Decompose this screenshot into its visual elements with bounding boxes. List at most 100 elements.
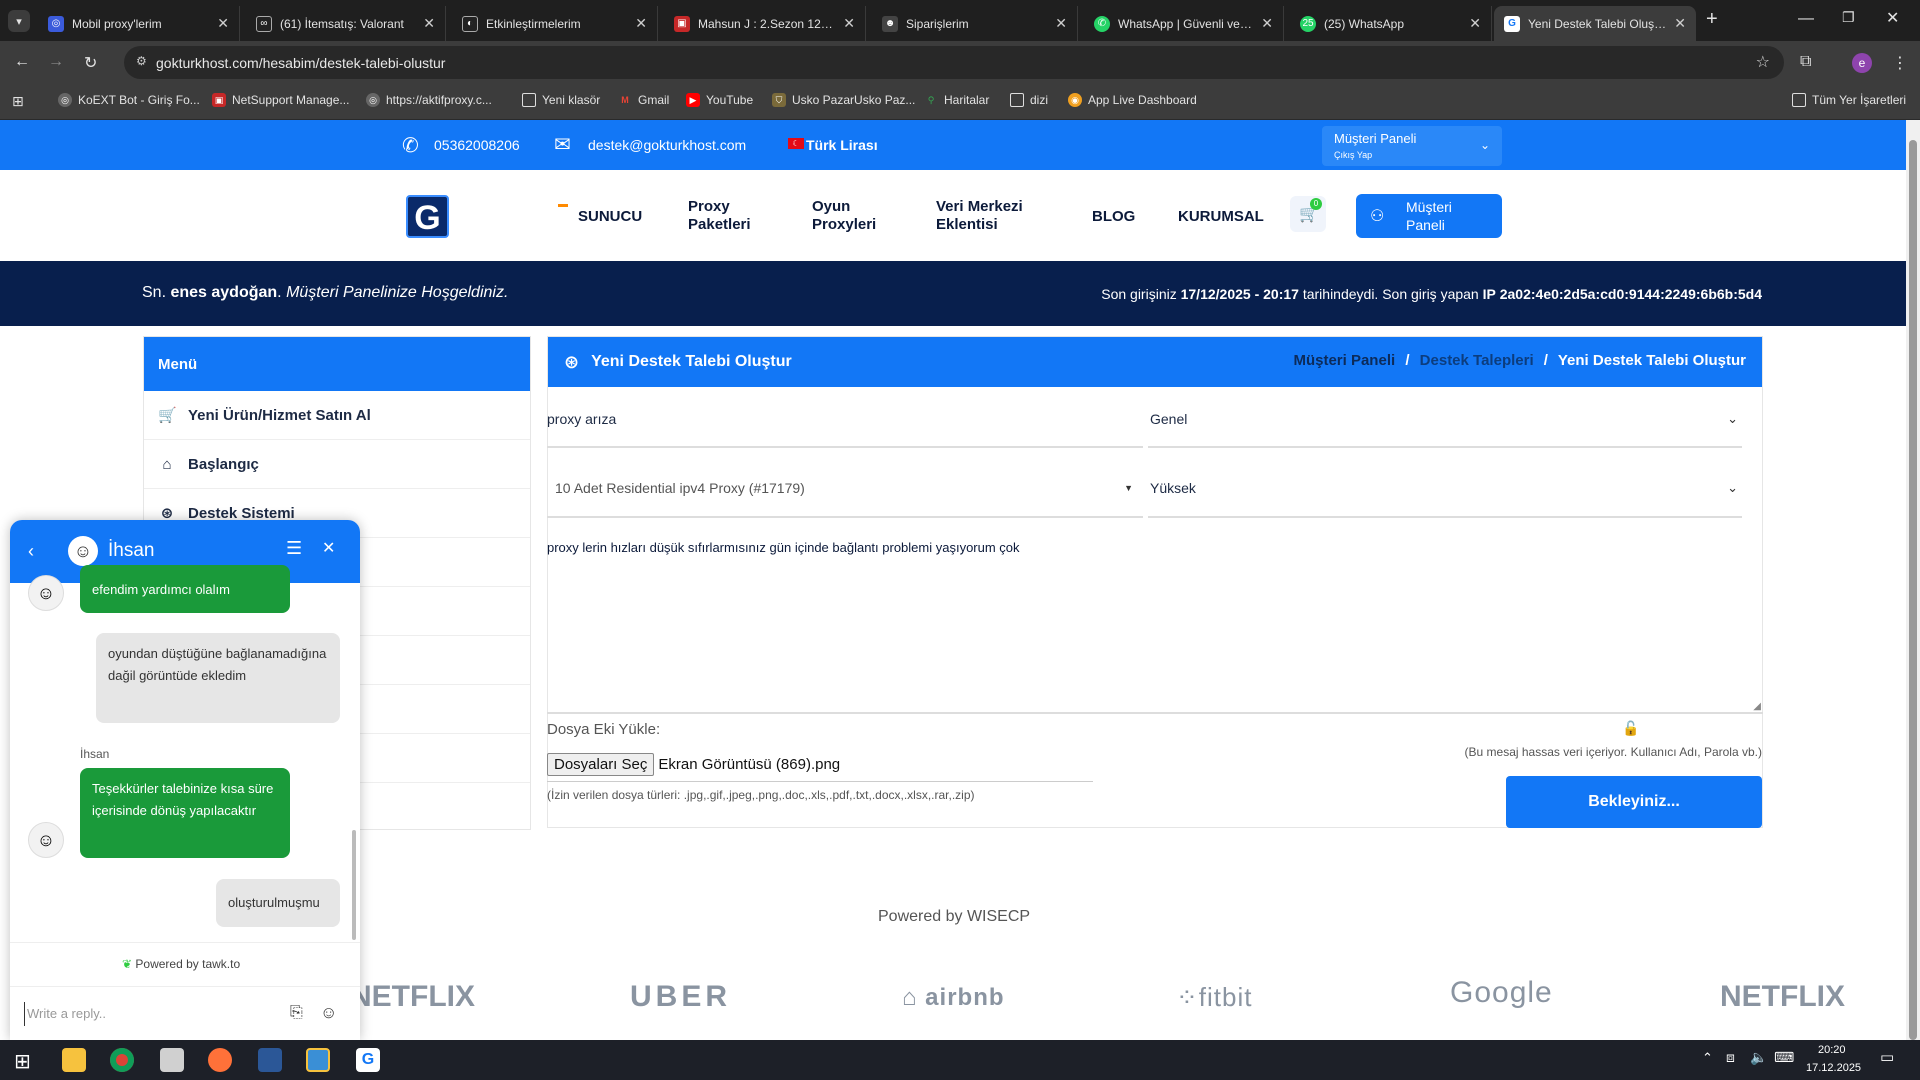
page-scrollbar[interactable] xyxy=(1906,120,1920,1040)
close-tab-icon[interactable]: ✕ xyxy=(1674,15,1686,32)
message-textarea[interactable]: proxy lerin hızları düşük sıfırlarmısını… xyxy=(547,530,1763,714)
breadcrumb-tickets[interactable]: Destek Talepleri xyxy=(1420,352,1534,369)
tab-search-button[interactable]: ▾ xyxy=(8,10,30,32)
nav-oyun-proxyleri[interactable]: Oyun Proxyleri xyxy=(812,198,892,234)
email-address[interactable]: destek@gokturkhost.com xyxy=(588,137,746,153)
bookmark-folder[interactable]: Yeni klasör xyxy=(522,93,600,107)
browser-tab[interactable]: ☻ Siparişlerim ✕ xyxy=(872,6,1078,41)
minimize-icon[interactable]: — xyxy=(1798,10,1814,28)
bookmark-item[interactable]: ▣ NetSupport Manage... xyxy=(212,93,349,107)
chat-back-icon[interactable]: ‹ xyxy=(28,541,34,562)
restore-icon[interactable]: ❐ xyxy=(1842,9,1855,26)
tawk-leaf-icon: ❦ xyxy=(122,957,133,971)
close-window-icon[interactable]: ✕ xyxy=(1886,8,1899,28)
emoji-icon[interactable]: ☺ xyxy=(320,1003,337,1023)
site-info-icon[interactable]: ⚙ xyxy=(136,54,147,68)
nav-proxy-paketleri[interactable]: Proxy Paketleri xyxy=(688,198,768,234)
site-logo[interactable]: G xyxy=(406,195,449,238)
apps-grid-icon[interactable]: ⊞ xyxy=(12,93,24,110)
browser-tab[interactable]: ▣ Mahsun J : 2.Sezon 12.Böl ✕ xyxy=(664,6,866,41)
notification-icon[interactable]: ▭ xyxy=(1880,1048,1894,1066)
nav-veri-merkezi[interactable]: Veri Merkezi Eklentisi xyxy=(936,198,1046,234)
tawk-powered[interactable]: ❦ Powered by tawk.to xyxy=(122,957,240,971)
phone-number[interactable]: 05362008206 xyxy=(434,137,520,153)
tab-title: WhatsApp | Güvenli ve Gü xyxy=(1118,16,1254,31)
bookmark-item[interactable]: ▶ YouTube xyxy=(686,93,753,107)
whatsapp-icon: 25 xyxy=(1300,15,1316,32)
file-input[interactable]: Dosyaları Seç Ekran Görüntüsü (869).png xyxy=(547,748,1093,782)
attach-icon[interactable]: ⎘ xyxy=(290,1004,303,1022)
customer-panel-dropdown[interactable]: Müşteri Paneli Çıkış Yap ⌄ xyxy=(1322,126,1502,166)
chat-menu-icon[interactable]: ☰ xyxy=(286,538,302,559)
all-bookmarks-folder[interactable]: Tüm Yer İşaretleri xyxy=(1792,93,1906,107)
bookmark-item[interactable]: M Gmail xyxy=(618,93,669,107)
nav-sunucu[interactable]: SUNUCU xyxy=(578,208,642,225)
close-tab-icon[interactable]: ✕ xyxy=(635,15,647,32)
network-icon[interactable]: ⧈ xyxy=(1726,1049,1735,1066)
google-g-icon[interactable]: G xyxy=(356,1048,380,1072)
department-select[interactable]: Genel ⌄ xyxy=(1148,392,1742,448)
bookmark-star-icon[interactable]: ☆ xyxy=(1756,52,1770,72)
address-bar[interactable]: ⚙ gokturkhost.com/hesabim/destek-talebi-… xyxy=(124,46,1784,79)
forward-icon[interactable]: → xyxy=(48,53,64,71)
keyboard-icon[interactable]: ⌨ xyxy=(1774,1049,1794,1066)
logout-link[interactable]: Çıkış Yap xyxy=(1334,150,1372,160)
clock-time[interactable]: 20:20 xyxy=(1818,1044,1846,1056)
menu-kebab-icon[interactable]: ⋮ xyxy=(1892,53,1908,73)
bookmark-item[interactable]: ◎ KoEXT Bot - Giriş Fo... xyxy=(58,93,200,107)
chat-reply-input[interactable]: Write a reply.. xyxy=(24,1002,264,1026)
browser-tab-active[interactable]: G Yeni Destek Talebi Oluştur ✕ xyxy=(1494,6,1696,41)
powered-by-wisecp[interactable]: Powered by WISECP xyxy=(878,908,1030,926)
clock-date[interactable]: 17.12.2025 xyxy=(1806,1062,1861,1074)
back-icon[interactable]: ← xyxy=(14,53,30,71)
bookmark-item[interactable]: ⚲ Haritalar xyxy=(924,93,990,107)
subject-input[interactable]: proxy arıza xyxy=(547,392,1143,448)
nav-blog[interactable]: BLOG xyxy=(1092,208,1135,225)
close-tab-icon[interactable]: ✕ xyxy=(843,15,855,32)
bookmark-item[interactable]: ◉ App Live Dashboard xyxy=(1068,93,1197,107)
sidebar-item-home[interactable]: ⌂ Başlangıç xyxy=(144,440,530,489)
breadcrumb-home[interactable]: Müşteri Paneli xyxy=(1293,352,1395,369)
scrollbar-thumb[interactable] xyxy=(1909,140,1917,1040)
nav-kurumsal[interactable]: KURUMSAL xyxy=(1178,208,1264,225)
chat-close-icon[interactable]: ✕ xyxy=(322,538,335,558)
profile-avatar[interactable]: e xyxy=(1852,53,1872,73)
app-icon[interactable] xyxy=(306,1048,330,1072)
windows-start-icon[interactable]: ⊞ xyxy=(14,1049,31,1074)
browser-tab[interactable]: ◎ Mobil proxy'lerim ✕ xyxy=(38,6,240,41)
submit-button[interactable]: Bekleyiniz... xyxy=(1506,776,1762,828)
browser-tab[interactable]: ◐ Etkinleştirmelerim ✕ xyxy=(452,6,658,41)
bookmark-folder[interactable]: dizi xyxy=(1010,93,1048,107)
bookmark-item[interactable]: ⛉ Usko PazarUsko Paz... xyxy=(772,93,915,107)
file-explorer-icon[interactable] xyxy=(62,1048,86,1072)
store-icon[interactable] xyxy=(160,1048,184,1072)
app-icon[interactable] xyxy=(258,1048,282,1072)
priority-select[interactable]: Yüksek ⌄ xyxy=(1148,460,1742,518)
tab-title: Siparişlerim xyxy=(906,16,969,31)
reload-icon[interactable]: ↻ xyxy=(84,53,97,73)
customer-panel-button[interactable]: ⚇ Müşteri Paneli xyxy=(1356,194,1502,238)
browser-tab[interactable]: 25 (25) WhatsApp ✕ xyxy=(1290,6,1492,41)
browser-tab[interactable]: ✆ WhatsApp | Güvenli ve Gü ✕ xyxy=(1084,6,1284,41)
new-tab-button[interactable]: + xyxy=(1706,8,1718,31)
browser-tab[interactable]: ∞ (61) İtemsatış: Valorant ✕ xyxy=(246,6,446,41)
choose-files-button[interactable]: Dosyaları Seç xyxy=(547,753,655,776)
service-select[interactable]: 10 Adet Residential ipv4 Proxy (#17179) … xyxy=(547,460,1143,518)
close-tab-icon[interactable]: ✕ xyxy=(423,15,435,32)
tray-chevron-icon[interactable]: ⌃ xyxy=(1702,1050,1713,1066)
firefox-icon[interactable] xyxy=(208,1048,232,1072)
resize-handle-icon[interactable]: ◢ xyxy=(1753,701,1761,712)
extensions-icon[interactable]: ⧉ xyxy=(1800,53,1811,71)
close-tab-icon[interactable]: ✕ xyxy=(217,15,229,32)
cart-button[interactable]: 🛒 0 xyxy=(1290,196,1326,232)
chat-scrollbar[interactable] xyxy=(352,830,356,940)
currency-selector[interactable]: Türk Lirası xyxy=(806,137,878,153)
bookmark-item[interactable]: ◎ https://aktifproxy.c... xyxy=(366,93,492,107)
sidebar-item-new-product[interactable]: 🛒 Yeni Ürün/Hizmet Satın Al xyxy=(144,391,530,440)
close-tab-icon[interactable]: ✕ xyxy=(1469,15,1481,32)
lock-icon[interactable]: 🔓 xyxy=(1622,720,1639,737)
chrome-icon[interactable] xyxy=(110,1048,134,1072)
volume-icon[interactable]: 🔈 xyxy=(1750,1049,1767,1066)
close-tab-icon[interactable]: ✕ xyxy=(1261,15,1273,32)
close-tab-icon[interactable]: ✕ xyxy=(1055,15,1067,32)
